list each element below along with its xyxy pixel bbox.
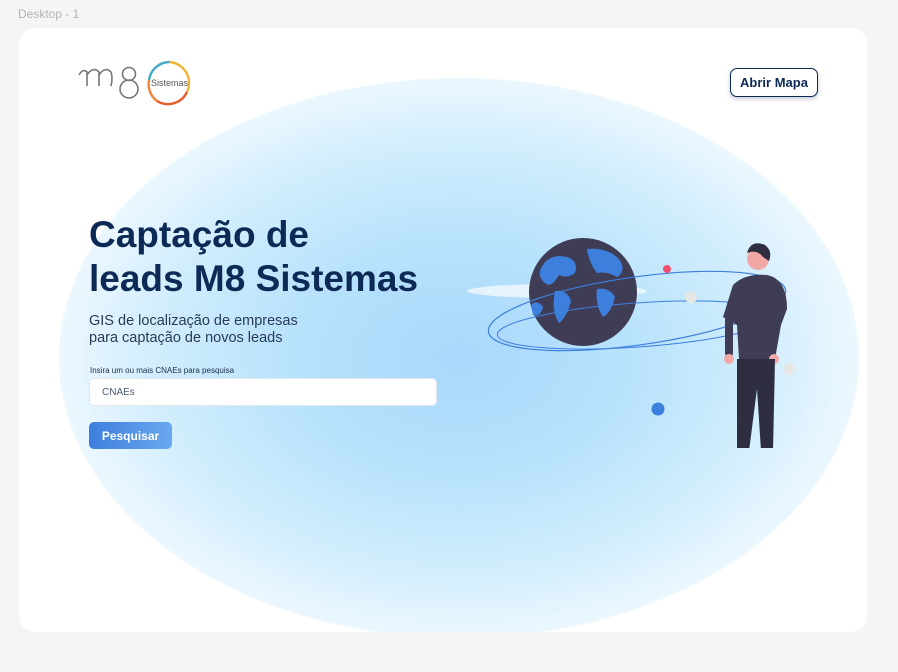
man-with-globe-illustration [467, 213, 812, 469]
frame-label: Desktop - 1 [18, 7, 80, 21]
title-line-1: Captação de [89, 214, 310, 255]
m8-logo[interactable]: Sistemas [77, 56, 197, 110]
landing-card: Sistemas Abrir Mapa Captação de leads M8… [19, 28, 867, 632]
subtitle-line-2: para captação de novos leads [89, 330, 283, 346]
page-subtitle: GIS de localização de empresas para capt… [89, 313, 349, 347]
globe-illustration-icon [467, 238, 797, 469]
cnae-field-label: Insira um ou mais CNAEs para pesquisa [90, 366, 235, 375]
cnae-input[interactable] [89, 378, 437, 406]
title-line-2: leads M8 Sistemas [89, 258, 419, 299]
subtitle-line-1: GIS de localização de empresas [89, 313, 298, 329]
search-button[interactable]: Pesquisar [89, 422, 172, 449]
logo-text: Sistemas [151, 78, 189, 88]
open-map-button[interactable]: Abrir Mapa [730, 68, 818, 97]
page-title: Captação de leads M8 Sistemas [89, 213, 469, 301]
